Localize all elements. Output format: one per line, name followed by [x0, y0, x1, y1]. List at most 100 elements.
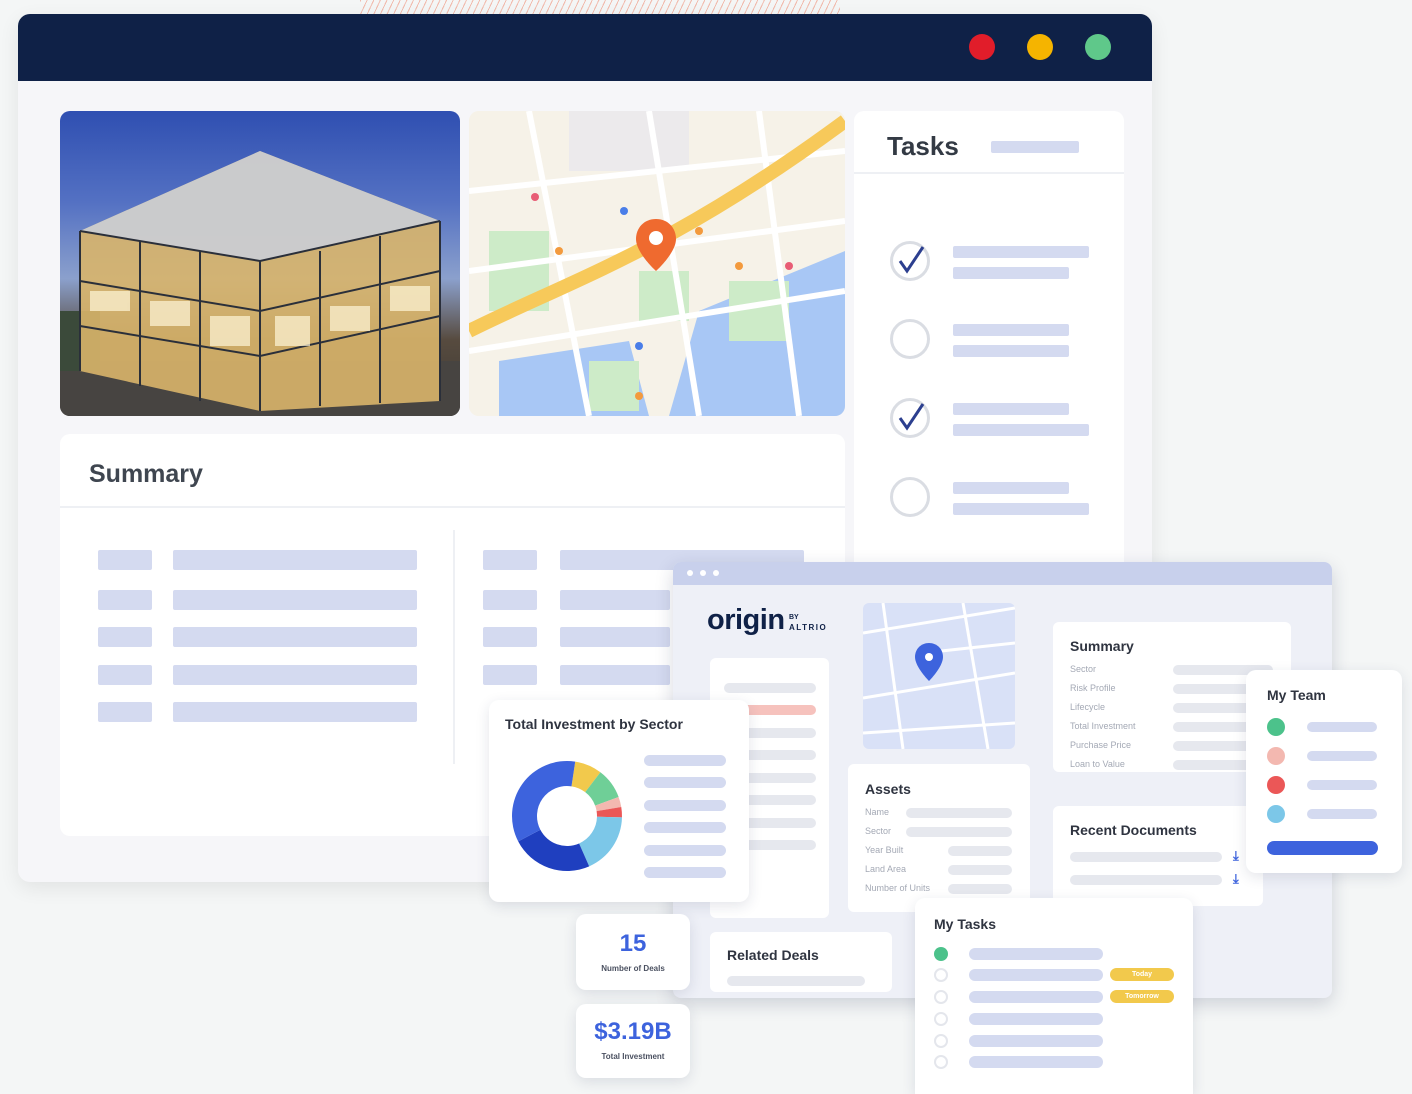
summary-key-placeholder — [98, 702, 152, 722]
origin-summary-title: Summary — [1070, 638, 1134, 654]
window-dot[interactable] — [713, 570, 719, 576]
task-checkbox[interactable] — [934, 1055, 948, 1069]
summary-key-placeholder — [98, 550, 152, 570]
task-placeholder-line — [969, 991, 1103, 1003]
mini-map[interactable] — [863, 603, 1015, 749]
task-checkbox-checked[interactable] — [890, 241, 930, 281]
tasks-title: Tasks — [887, 131, 959, 161]
field-value-placeholder — [948, 846, 1012, 856]
mini-map-graphic — [863, 603, 1015, 749]
origin-logo-sub: ALTRIO — [789, 623, 828, 632]
task-checkbox[interactable] — [934, 990, 948, 1004]
column-divider — [453, 530, 455, 764]
document-placeholder[interactable] — [1070, 875, 1222, 885]
summary-key-placeholder — [483, 590, 537, 610]
task-checkbox[interactable] — [934, 968, 948, 982]
summary-title: Summary — [89, 460, 203, 488]
summary-value-placeholder — [560, 627, 670, 647]
total-investment-card: $3.19B Total Investment — [576, 1004, 690, 1078]
minimize-window-button[interactable] — [1027, 34, 1053, 60]
task-placeholder-line — [953, 267, 1069, 279]
task-checkbox-unchecked[interactable] — [890, 477, 930, 517]
building-illustration — [60, 151, 460, 416]
recent-documents-title: Recent Documents — [1070, 822, 1197, 838]
summary-key-placeholder — [483, 665, 537, 685]
summary-value-placeholder — [560, 590, 670, 610]
document-placeholder[interactable] — [1070, 852, 1222, 862]
field-label: Total Investment — [1070, 721, 1136, 731]
summary-value-placeholder — [560, 665, 670, 685]
divider — [854, 172, 1124, 174]
task-placeholder-line — [969, 1056, 1103, 1068]
task-placeholder-line — [953, 482, 1069, 494]
tomorrow-badge: Tomorrow — [1110, 990, 1174, 1003]
avatar[interactable] — [1267, 776, 1285, 794]
field-label: Loan to Value — [1070, 759, 1125, 769]
task-placeholder-line — [969, 1013, 1103, 1025]
summary-value-placeholder — [173, 702, 417, 722]
summary-value-placeholder — [173, 550, 417, 570]
decorative-stripes — [360, 0, 840, 14]
summary-value-placeholder — [173, 627, 417, 647]
task-placeholder-line — [953, 246, 1089, 258]
task-placeholder-line — [969, 1035, 1103, 1047]
my-team-title: My Team — [1267, 687, 1326, 703]
donut-slice-6 — [512, 761, 576, 842]
team-member-placeholder — [1307, 722, 1377, 732]
check-icon — [898, 246, 925, 274]
task-checkbox-unchecked[interactable] — [890, 319, 930, 359]
deals-count-value: 15 — [619, 930, 647, 957]
legend-placeholder — [644, 755, 726, 766]
team-action-button[interactable] — [1267, 841, 1378, 855]
investment-by-sector-card: Total Investment by Sector — [489, 700, 749, 902]
download-icon[interactable]: ⤓ — [1233, 848, 1239, 864]
avatar[interactable] — [1267, 805, 1285, 823]
avatar[interactable] — [1267, 718, 1285, 736]
origin-window-titlebar — [673, 562, 1332, 585]
nav-item-placeholder[interactable] — [724, 683, 816, 693]
check-icon — [898, 403, 925, 431]
field-value-placeholder — [906, 808, 1012, 818]
summary-key-placeholder — [483, 627, 537, 647]
my-tasks-title: My Tasks — [934, 916, 996, 932]
field-label: Risk Profile — [1070, 683, 1116, 693]
window-dot[interactable] — [687, 570, 693, 576]
field-label: Year Built — [865, 845, 904, 855]
task-placeholder-line — [953, 424, 1089, 436]
recent-documents-card: Recent Documents ⤓ ⤓ — [1053, 806, 1263, 906]
task-checkbox-checked[interactable] — [890, 398, 930, 438]
task-placeholder-line — [969, 969, 1103, 981]
tasks-card: Tasks — [854, 111, 1124, 581]
legend-placeholder — [644, 822, 726, 833]
investment-donut-chart — [512, 761, 622, 871]
assets-card: Assets Name Sector Year Built Land Area … — [848, 764, 1030, 912]
related-deals-card: Related Deals — [710, 932, 892, 992]
task-checkbox[interactable] — [934, 1034, 948, 1048]
close-window-button[interactable] — [969, 34, 995, 60]
today-badge: Today — [1110, 968, 1174, 981]
deal-placeholder[interactable] — [727, 976, 865, 986]
summary-key-placeholder — [98, 627, 152, 647]
my-team-card: My Team — [1246, 670, 1402, 873]
window-dot[interactable] — [700, 570, 706, 576]
task-done-icon[interactable] — [934, 947, 948, 961]
task-checkbox[interactable] — [934, 1012, 948, 1026]
maximize-window-button[interactable] — [1085, 34, 1111, 60]
divider — [60, 506, 845, 508]
my-tasks-card: My Tasks Today Tomorrow — [915, 898, 1193, 1094]
avatar[interactable] — [1267, 747, 1285, 765]
map-graphic — [469, 111, 845, 416]
field-label: Purchase Price — [1070, 740, 1132, 750]
property-photo — [60, 111, 460, 416]
summary-value-placeholder — [173, 590, 417, 610]
field-label: Number of Units — [865, 883, 931, 893]
field-value-placeholder — [948, 865, 1012, 875]
download-icon[interactable]: ⤓ — [1233, 871, 1239, 887]
window-titlebar — [18, 14, 1152, 81]
summary-key-placeholder — [98, 590, 152, 610]
legend-placeholder — [644, 867, 726, 878]
total-investment-label: Total Investment — [601, 1052, 665, 1061]
legend-placeholder — [644, 800, 726, 811]
assets-title: Assets — [865, 781, 911, 797]
location-map[interactable] — [469, 111, 845, 416]
